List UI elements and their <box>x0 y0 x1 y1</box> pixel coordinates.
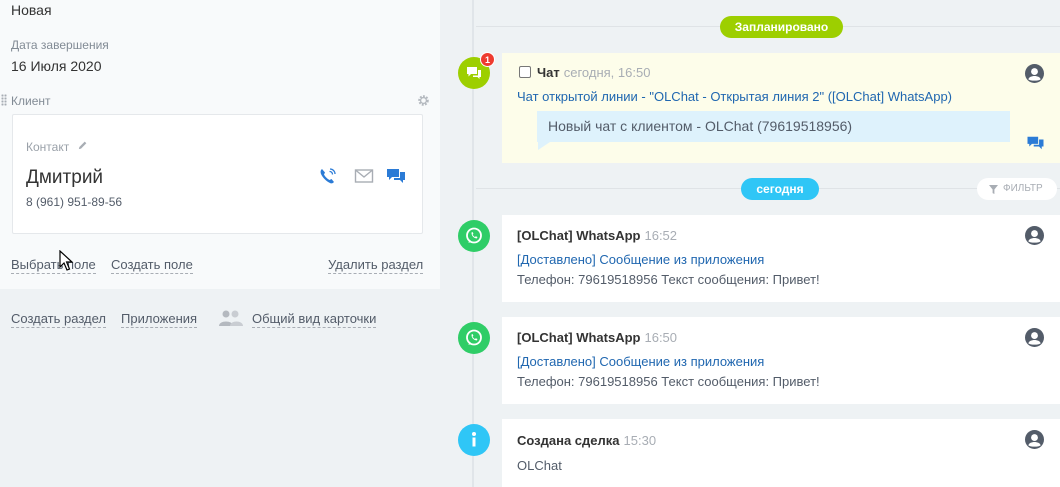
message-text: Телефон: 79619518956 Текст сообщения: Пр… <box>517 272 820 287</box>
delivered-message-link[interactable]: [Доставлено] Сообщение из приложения <box>517 354 764 369</box>
today-label: сегодня <box>741 178 819 200</box>
chat-icon[interactable] <box>1026 135 1045 151</box>
message-text: Телефон: 79619518956 Текст сообщения: Пр… <box>517 374 820 389</box>
card-title-text: [OLChat] WhatsApp <box>517 330 641 345</box>
chat-icon[interactable] <box>386 167 406 185</box>
gear-icon[interactable] <box>417 94 430 107</box>
bubble-tail <box>538 142 550 150</box>
deadline-label: Дата завершения <box>11 38 109 52</box>
counter-badge: 1 <box>480 52 495 67</box>
applications-link[interactable]: Приложения <box>121 311 198 328</box>
whatsapp-icon <box>458 322 490 354</box>
client-section-label: Клиент <box>11 94 51 108</box>
avatar-icon[interactable] <box>1025 430 1044 449</box>
create-section-link[interactable]: Создать раздел <box>11 311 106 328</box>
card-time: 15:30 <box>623 433 657 448</box>
contact-phone[interactable]: 8 (961) 951-89-56 <box>26 195 122 209</box>
whatsapp-message-card: [OLChat] WhatsApp 16:50 [Доставлено] Сооб… <box>502 317 1060 404</box>
chat-message-bubble: Новый чат с клиентом - OLChat (796195189… <box>537 111 1010 142</box>
card-title-text: Чат <box>537 65 560 80</box>
create-field-link[interactable]: Создать поле <box>111 257 193 274</box>
whatsapp-message-card: [OLChat] WhatsApp 16:52 [Доставлено] Сооб… <box>502 215 1060 302</box>
card-title: [OLChat] WhatsApp 16:50 <box>517 330 677 345</box>
deal-source-text: OLChat <box>517 458 562 473</box>
contact-label: Контакт <box>26 140 70 154</box>
deadline-value[interactable]: 16 Июля 2020 <box>11 58 102 74</box>
phone-icon[interactable] <box>318 167 338 185</box>
deal-fields-card: Новая Дата завершения 16 Июля 2020 Клиен… <box>0 0 440 289</box>
common-view-link[interactable]: Общий вид карточки <box>252 311 377 328</box>
planned-chat-card: Чат сегодня, 16:50 Чат открытой линии - "… <box>502 53 1060 163</box>
card-title-text: [OLChat] WhatsApp <box>517 228 641 243</box>
delete-section-link[interactable]: Удалить раздел <box>328 257 424 274</box>
people-icon <box>219 310 243 326</box>
mouse-cursor-icon <box>59 250 73 271</box>
whatsapp-icon <box>458 220 490 252</box>
avatar-icon[interactable] <box>1025 64 1044 83</box>
card-title: Чат сегодня, 16:50 <box>537 65 650 80</box>
card-title: [OLChat] WhatsApp 16:52 <box>517 228 677 243</box>
avatar-icon[interactable] <box>1025 328 1044 347</box>
delivered-message-link[interactable]: [Доставлено] Сообщение из приложения <box>517 252 764 267</box>
card-title: Создана сделка 15:30 <box>517 433 656 448</box>
planned-label: Запланировано <box>720 16 843 38</box>
deal-created-card: Создана сделка 15:30 OLChat <box>502 419 1060 487</box>
filter-icon <box>989 185 998 194</box>
card-time: 16:50 <box>644 330 678 345</box>
filter-button[interactable]: ФИЛЬТР <box>977 178 1057 200</box>
card-title-text: Создана сделка <box>517 433 620 448</box>
mail-icon[interactable] <box>354 167 374 185</box>
drag-handle-icon[interactable] <box>1 94 7 106</box>
deal-status[interactable]: Новая <box>11 2 52 18</box>
avatar-icon[interactable] <box>1025 226 1044 245</box>
contact-card: Контакт Дмитрий 8 (961) 951-89-56 <box>12 114 423 234</box>
filter-label: ФИЛЬТР <box>1003 183 1043 194</box>
pencil-icon[interactable] <box>77 140 88 151</box>
card-time: сегодня, 16:50 <box>563 65 651 80</box>
choose-field-link[interactable]: Выбрать поле <box>11 257 96 274</box>
open-line-chat-link[interactable]: Чат открытой линии - "OLChat - Открытая … <box>517 89 952 104</box>
complete-checkbox[interactable] <box>519 66 531 78</box>
contact-name[interactable]: Дмитрий <box>26 167 103 189</box>
card-time: 16:52 <box>644 228 678 243</box>
info-icon <box>458 424 490 456</box>
